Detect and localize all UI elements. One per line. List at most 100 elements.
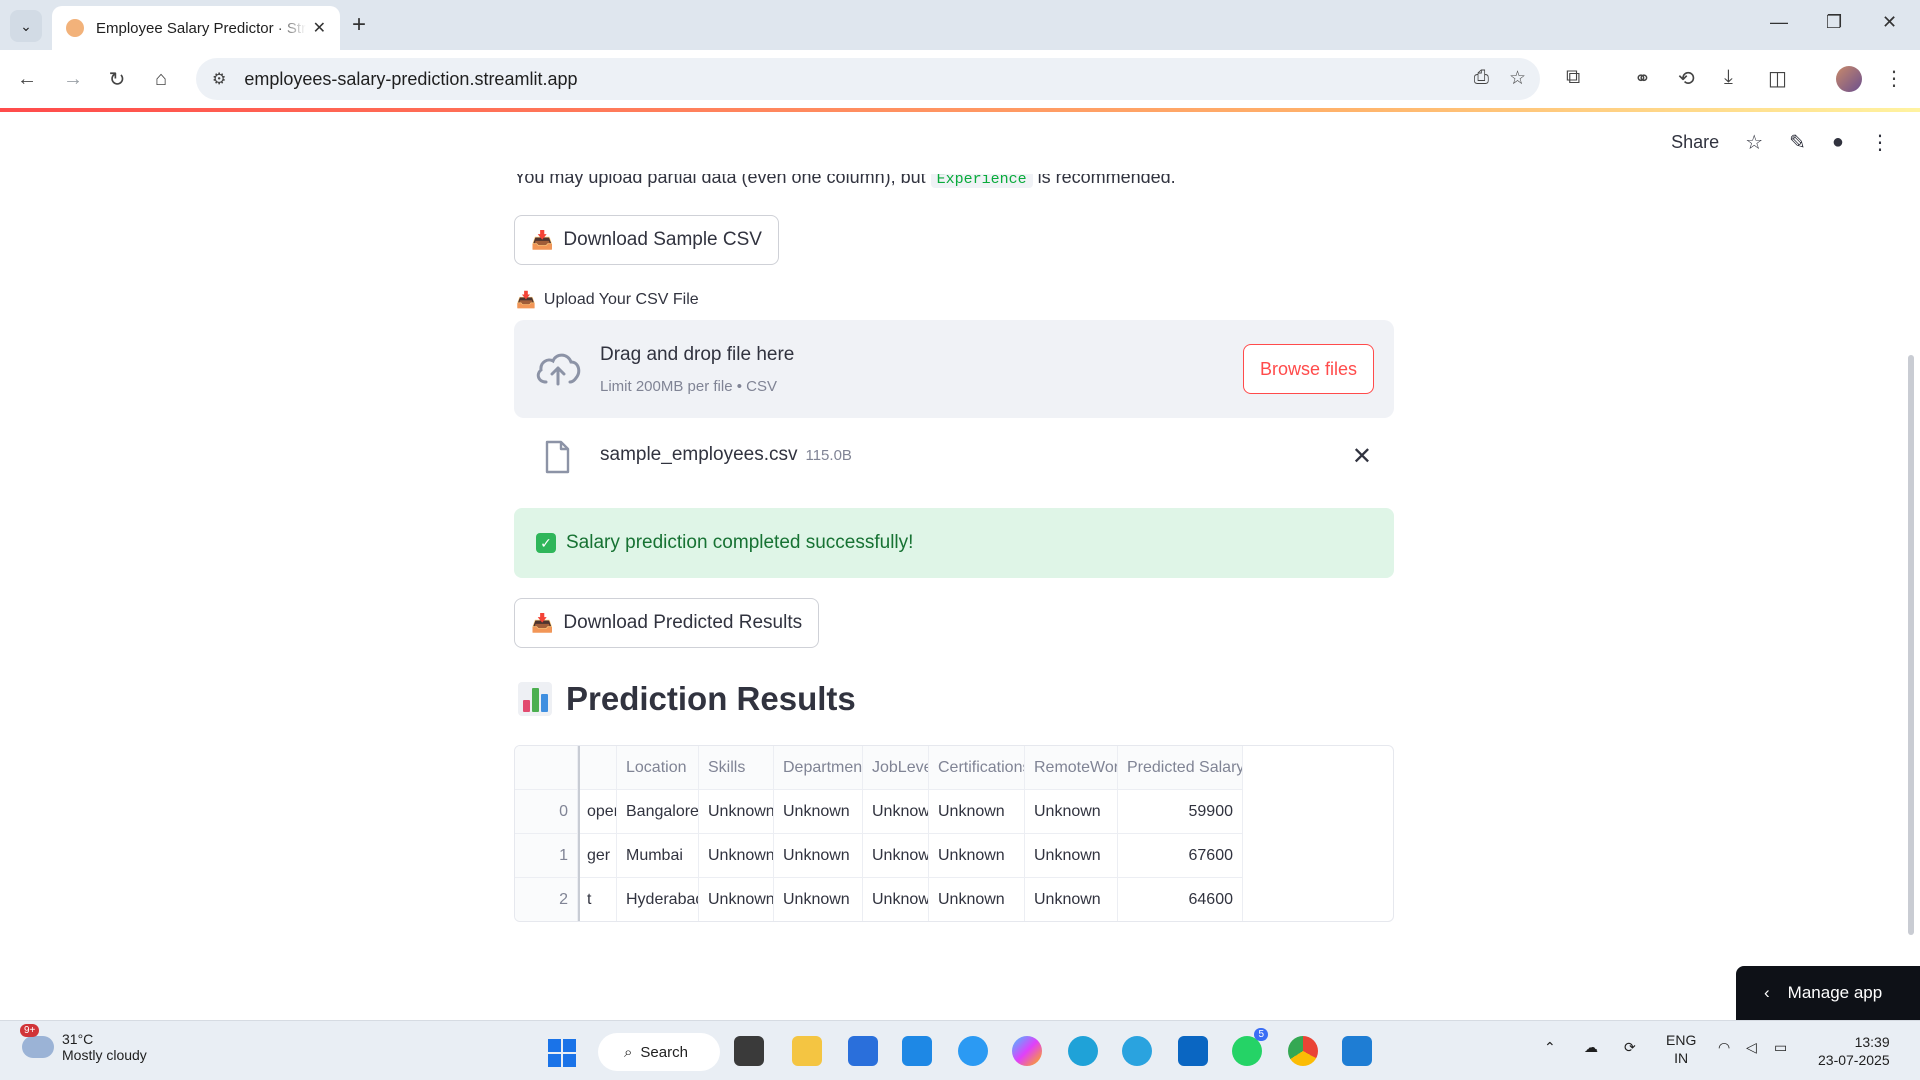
download-predicted-results-button[interactable]: 📥 Download Predicted Results (514, 598, 820, 648)
partial-cell[interactable]: oper (578, 790, 617, 834)
restore-icon[interactable]: ❐ (1826, 12, 1842, 33)
show-hidden-icons-chevron-icon[interactable]: ⌃ (1544, 1039, 1556, 1056)
omnibox[interactable]: ⚙ employees-salary-prediction.streamlit.… (196, 58, 1540, 100)
screenshot-icon[interactable]: ◫ (1768, 66, 1787, 91)
table-cell[interactable]: 64600 (1118, 878, 1243, 921)
volume-icon[interactable]: ◁ (1746, 1039, 1757, 1056)
table-cell[interactable]: Unknown (863, 834, 929, 878)
onedrive-icon[interactable]: ☁ (1584, 1039, 1598, 1056)
column-header[interactable]: Predicted Salary (1118, 746, 1243, 790)
window-close-icon[interactable]: ✕ (1882, 12, 1897, 33)
cloud-upload-icon (536, 353, 581, 386)
table-cell[interactable]: Bangalore (617, 790, 699, 834)
history-icon[interactable]: ⟲ (1678, 66, 1695, 91)
remove-file-icon[interactable]: ✕ (1352, 442, 1372, 471)
manage-app-button[interactable]: ‹ Manage app (1736, 966, 1920, 1020)
table-cell[interactable]: Unknown (699, 834, 774, 878)
page-scrollbar[interactable] (1908, 355, 1914, 935)
table-cell[interactable]: Hyderabad (617, 878, 699, 921)
partial-cell[interactable]: t (578, 878, 617, 921)
microsoft-store-icon[interactable] (848, 1036, 878, 1066)
browser-menu-icon[interactable]: ⋮ (1884, 66, 1904, 91)
download-icon[interactable]: ⤓ (1724, 66, 1733, 89)
tab-search-chevron-icon[interactable]: ⌄ (10, 10, 42, 42)
table-cell[interactable]: Unknown (774, 834, 863, 878)
table-cell[interactable]: Unknown (774, 790, 863, 834)
table-cell[interactable]: 67600 (1118, 834, 1243, 878)
profile-avatar[interactable] (1836, 66, 1862, 92)
file-dropzone[interactable]: Drag and drop file here Limit 200MB per … (514, 320, 1394, 418)
language-indicator[interactable]: ENG IN (1666, 1031, 1696, 1067)
share-button[interactable]: Share (1671, 132, 1719, 153)
windows-start-icon[interactable] (548, 1039, 576, 1067)
table-cell[interactable]: Mumbai (617, 834, 699, 878)
wifi-icon[interactable]: ◠ (1718, 1039, 1730, 1056)
home-icon[interactable]: ⌂ (146, 64, 176, 94)
index-header-cell[interactable] (515, 746, 578, 790)
weather-widget[interactable]: 9+ 31°C Mostly cloudy (20, 1024, 147, 1063)
incognito-icon[interactable]: ⚭ (1634, 66, 1651, 91)
download-sample-csv-button[interactable]: 📥 Download Sample CSV (514, 215, 779, 265)
column-header[interactable]: Skills (699, 746, 774, 790)
upload-label: 📥 Upload Your CSV File (516, 290, 699, 310)
extensions-icon[interactable]: ⧉ (1566, 66, 1580, 89)
minimize-icon[interactable]: — (1770, 12, 1788, 33)
help-icon[interactable] (958, 1036, 988, 1066)
row-index-cell[interactable]: 2 (515, 878, 578, 921)
table-cell[interactable]: Unknown (929, 878, 1025, 921)
site-info-icon[interactable]: ⚙ (212, 69, 226, 89)
chrome-icon[interactable] (1288, 1036, 1318, 1066)
browse-files-button[interactable]: Browse files (1242, 344, 1374, 394)
prediction-results-heading: Prediction Results (518, 680, 856, 718)
copilot-icon[interactable] (1012, 1036, 1042, 1066)
edge-icon[interactable] (1068, 1036, 1098, 1066)
vscode-icon[interactable] (1342, 1036, 1372, 1066)
dropzone-subtitle: Limit 200MB per file • CSV (600, 378, 777, 395)
partial-column-header-cell[interactable] (578, 746, 617, 790)
github-icon[interactable]: ● (1832, 131, 1844, 154)
table-cell[interactable]: Unknown (863, 790, 929, 834)
table-cell[interactable]: Unknown (929, 790, 1025, 834)
results-table[interactable]: LocationSkillsDepartmentJobLevelCertific… (514, 745, 1394, 922)
forward-arrow-icon[interactable]: → (58, 64, 88, 94)
install-app-icon[interactable]: ⎙ (1474, 67, 1489, 90)
linkedin-icon[interactable] (1178, 1036, 1208, 1066)
column-header[interactable]: Location (617, 746, 699, 790)
bookmark-star-icon[interactable]: ☆ (1509, 67, 1526, 90)
favorite-star-icon[interactable]: ☆ (1745, 130, 1763, 155)
table-cell[interactable]: Unknown (1025, 878, 1118, 921)
column-header[interactable]: RemoteWork (1025, 746, 1118, 790)
table-cell[interactable]: Unknown (929, 834, 1025, 878)
file-explorer-icon[interactable] (792, 1036, 822, 1066)
reload-icon[interactable]: ↻ (102, 64, 132, 94)
whatsapp-icon[interactable]: 5 (1232, 1028, 1268, 1066)
edit-pencil-icon[interactable]: ✎ (1789, 130, 1806, 155)
row-index-cell[interactable]: 1 (515, 834, 578, 878)
telegram-icon[interactable] (1122, 1036, 1152, 1066)
table-cell[interactable]: 59900 (1118, 790, 1243, 834)
column-header[interactable]: Department (774, 746, 863, 790)
partial-cell[interactable]: ger (578, 834, 617, 878)
table-cell[interactable]: Unknown (774, 878, 863, 921)
battery-icon[interactable]: ▭ (1774, 1039, 1787, 1056)
table-cell[interactable]: Unknown (1025, 834, 1118, 878)
column-header[interactable]: Certifications (929, 746, 1025, 790)
table-cell[interactable]: Unknown (699, 878, 774, 921)
myhp-icon[interactable] (902, 1036, 932, 1066)
browser-tab[interactable]: Employee Salary Predictor · Streamlit ✕ (52, 6, 340, 50)
task-view-icon[interactable] (734, 1036, 764, 1066)
table-cell[interactable]: Unknown (699, 790, 774, 834)
file-size: 115.0B (805, 447, 852, 464)
table-cell[interactable]: Unknown (863, 878, 929, 921)
url-text[interactable]: employees-salary-prediction.streamlit.ap… (244, 69, 577, 90)
table-cell[interactable]: Unknown (1025, 790, 1118, 834)
sync-icon[interactable]: ⟳ (1624, 1039, 1636, 1056)
system-clock[interactable]: 13:39 23-07-2025 (1818, 1033, 1890, 1069)
app-menu-icon[interactable]: ⋮ (1870, 130, 1890, 155)
tab-close-icon[interactable]: ✕ (313, 18, 326, 38)
taskbar-search[interactable]: ⌕ Search (598, 1033, 720, 1071)
row-index-cell[interactable]: 0 (515, 790, 578, 834)
back-arrow-icon[interactable]: ← (12, 64, 42, 94)
new-tab-plus-icon[interactable]: + (352, 12, 366, 38)
column-header[interactable]: JobLevel (863, 746, 929, 790)
